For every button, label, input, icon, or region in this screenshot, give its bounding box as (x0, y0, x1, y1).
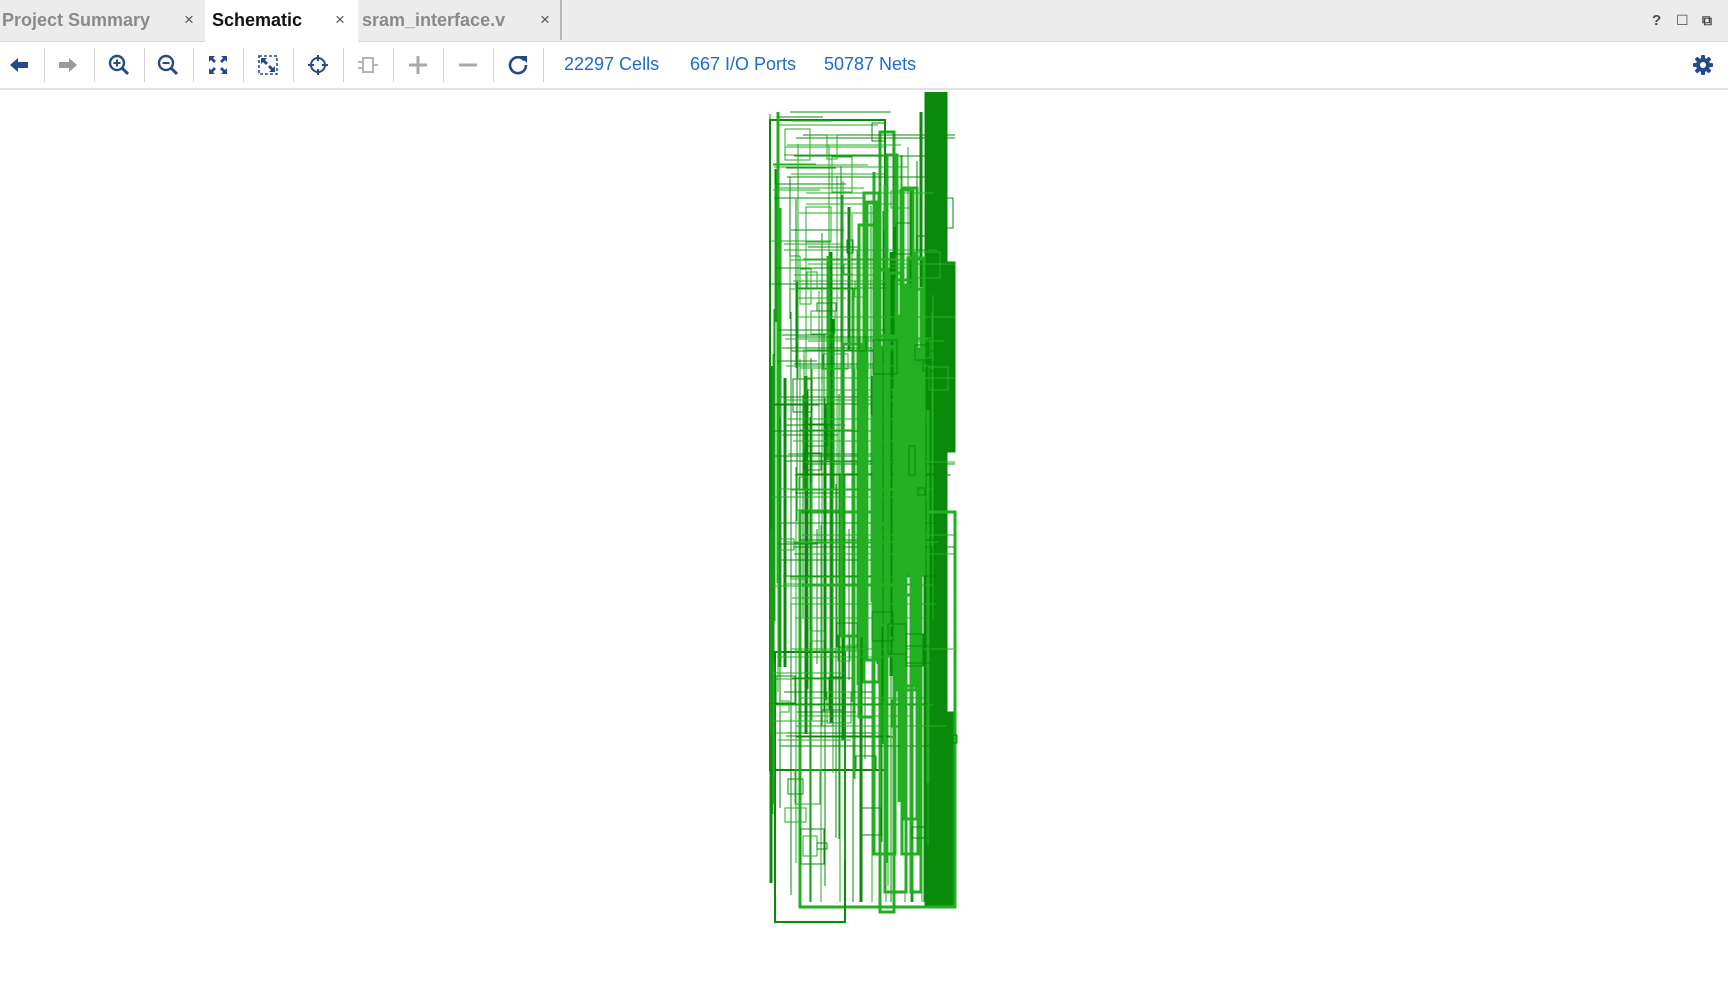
cell-block (805, 206, 832, 243)
cell-button[interactable] (353, 50, 383, 80)
cell-block (931, 711, 955, 908)
nets-count-link[interactable]: 50787 Nets (824, 54, 916, 75)
cell-icon (358, 57, 378, 73)
zoom-selection-icon (258, 55, 278, 75)
minus-icon (459, 63, 477, 67)
cell-block (926, 261, 956, 453)
zoom-fit-button[interactable] (203, 50, 233, 80)
help-icon[interactable]: ? (1652, 12, 1661, 29)
zoom-selection-button[interactable] (253, 50, 283, 80)
schematic-canvas[interactable] (0, 92, 1728, 1000)
tab-bar: Project Summary × Schematic × sram_inter… (0, 0, 1728, 43)
select-target-button[interactable] (303, 50, 333, 80)
plus-icon (409, 56, 427, 74)
crosshair-icon (308, 55, 328, 75)
settings-button[interactable] (1688, 50, 1718, 80)
tab-divider (560, 0, 562, 40)
back-button[interactable] (4, 50, 34, 80)
zoom-out-button[interactable] (153, 50, 183, 80)
fit-icon (209, 56, 227, 74)
gear-icon (1693, 55, 1713, 75)
tab-label: Schematic (212, 10, 303, 30)
expand-button[interactable] (403, 50, 433, 80)
close-icon[interactable]: × (335, 0, 345, 40)
schematic-netlist-graphic[interactable] (0, 92, 1728, 1000)
cell-block (775, 675, 796, 704)
float-window-icon[interactable]: ⧉ (1702, 12, 1712, 29)
schematic-toolbar: 22297 Cells 667 I/O Ports 50787 Nets (0, 42, 1728, 90)
collapse-button[interactable] (453, 50, 483, 80)
cells-count-link[interactable]: 22297 Cells (564, 54, 659, 75)
tab-sram-interface[interactable]: sram_interface.v × (360, 0, 560, 42)
close-icon[interactable]: × (540, 0, 550, 40)
close-icon[interactable]: × (184, 0, 194, 40)
back-icon (10, 58, 28, 72)
io-ports-count-link[interactable]: 667 I/O Ports (690, 54, 796, 75)
forward-button[interactable] (53, 50, 83, 80)
maximize-icon[interactable]: ☐ (1676, 12, 1689, 29)
tab-label: Project Summary (2, 10, 151, 30)
zoom-out-icon (157, 54, 179, 76)
tab-label: sram_interface.v (362, 10, 506, 30)
refresh-icon (508, 55, 528, 75)
zoom-in-icon (108, 54, 130, 76)
tab-project-summary[interactable]: Project Summary × (0, 0, 204, 42)
cell-block (860, 807, 882, 836)
zoom-in-button[interactable] (104, 50, 134, 80)
tab-schematic[interactable]: Schematic × (205, 0, 358, 43)
refresh-button[interactable] (503, 50, 533, 80)
forward-icon (59, 58, 77, 72)
